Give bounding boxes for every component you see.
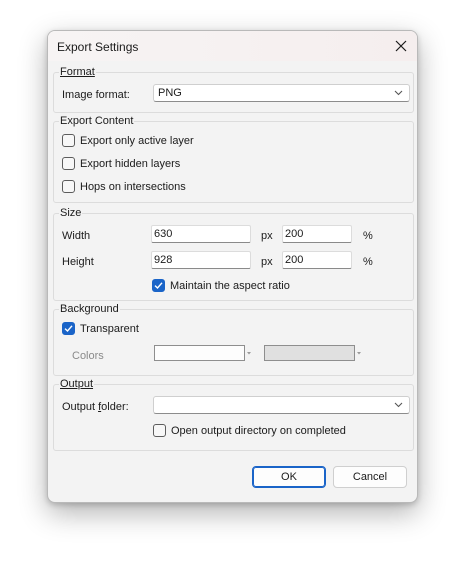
open-output-directory-checkbox[interactable] — [153, 424, 166, 437]
transparent-checkbox[interactable] — [62, 322, 75, 335]
chevron-down-icon[interactable] — [355, 345, 363, 361]
colors-label: Colors — [72, 350, 104, 362]
background-color-1-picker[interactable] — [154, 345, 245, 361]
hops-on-intersections-label[interactable]: Hops on intersections — [80, 181, 186, 193]
width-label: Width — [62, 230, 91, 242]
width-px-input[interactable]: 630 — [151, 225, 251, 243]
height-px-value: 928 — [154, 254, 173, 266]
height-label: Height — [62, 256, 94, 268]
close-button[interactable] — [385, 31, 417, 61]
output-folder-label: Output folder: — [62, 401, 129, 413]
width-px-unit: px — [261, 230, 273, 242]
background-group — [53, 309, 414, 376]
height-px-unit: px — [261, 256, 273, 268]
chevron-down-icon[interactable] — [245, 345, 253, 361]
width-percent-value: 200 — [285, 228, 304, 240]
checkmark-icon — [64, 325, 73, 333]
output-group-title: Output — [59, 378, 95, 390]
export-hidden-layers-label[interactable]: Export hidden layers — [80, 158, 180, 170]
height-percent-value: 200 — [285, 254, 304, 266]
export-active-layer-label[interactable]: Export only active layer — [80, 135, 194, 147]
export-active-layer-checkbox[interactable] — [62, 134, 75, 147]
title-bar[interactable]: Export Settings — [48, 31, 417, 61]
width-percent-unit: % — [363, 230, 373, 242]
height-percent-input[interactable]: 200 — [282, 251, 352, 269]
checkmark-icon — [154, 282, 163, 290]
height-px-input[interactable]: 928 — [151, 251, 251, 269]
close-icon — [395, 40, 407, 52]
width-percent-input[interactable]: 200 — [282, 225, 352, 243]
chevron-down-icon — [394, 90, 403, 96]
export-settings-dialog: Export Settings Format Image format: PNG… — [47, 30, 418, 503]
background-color-2-picker[interactable] — [264, 345, 355, 361]
export-content-group-title: Export Content — [59, 115, 135, 127]
image-format-dropdown[interactable]: PNG — [153, 84, 410, 102]
image-format-value: PNG — [158, 87, 182, 99]
dialog-title: Export Settings — [57, 40, 139, 54]
ok-button[interactable]: OK — [252, 466, 326, 488]
chevron-down-icon — [394, 402, 403, 408]
size-group-title: Size — [59, 207, 83, 219]
width-px-value: 630 — [154, 228, 173, 240]
background-group-title: Background — [59, 303, 120, 315]
open-output-directory-label[interactable]: Open output directory on completed — [171, 425, 346, 437]
cancel-button[interactable]: Cancel — [333, 466, 407, 488]
image-format-label: Image format: — [62, 89, 130, 101]
hops-on-intersections-checkbox[interactable] — [62, 180, 75, 193]
transparent-label[interactable]: Transparent — [80, 323, 139, 335]
height-percent-unit: % — [363, 256, 373, 268]
format-group-title: Format — [59, 66, 96, 78]
output-group — [53, 384, 414, 451]
maintain-aspect-ratio-checkbox[interactable] — [152, 279, 165, 292]
maintain-aspect-ratio-label[interactable]: Maintain the aspect ratio — [170, 280, 290, 292]
output-folder-dropdown[interactable] — [153, 396, 410, 414]
export-hidden-layers-checkbox[interactable] — [62, 157, 75, 170]
